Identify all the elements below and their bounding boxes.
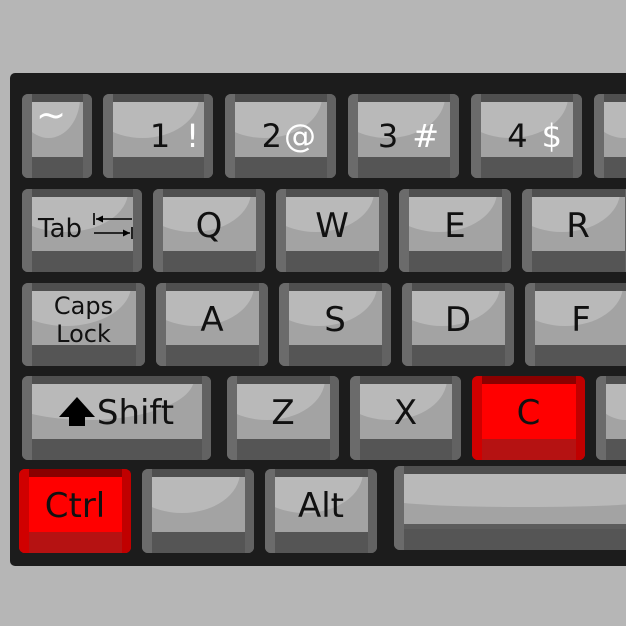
- key-tab[interactable]: Tab: [22, 189, 142, 272]
- key-shift-label: Shift: [96, 393, 175, 433]
- key-r[interactable]: R: [522, 189, 626, 272]
- key-blank[interactable]: [142, 469, 254, 553]
- key-tilde-label: ~: [36, 95, 67, 136]
- key-d[interactable]: D: [402, 283, 514, 366]
- key-caps-line1: Caps: [53, 291, 114, 320]
- key-s[interactable]: S: [279, 283, 391, 366]
- key-caps-lock[interactable]: Caps Lock: [22, 283, 145, 366]
- key-ctrl-highlighted[interactable]: Ctrl: [19, 469, 131, 553]
- key-s-label: S: [324, 299, 346, 340]
- key-2-secondary: @: [284, 117, 316, 155]
- key-w-label: W: [315, 205, 349, 246]
- shift-arrow-icon: [58, 397, 95, 426]
- key-1-secondary: !: [186, 117, 199, 155]
- key-4-secondary: $: [541, 117, 562, 155]
- key-x[interactable]: X: [350, 376, 461, 460]
- key-r-label: R: [566, 205, 590, 246]
- key-f[interactable]: F: [525, 283, 626, 366]
- key-ctrl-label: Ctrl: [44, 486, 106, 526]
- key-w[interactable]: W: [276, 189, 388, 272]
- key-1-primary: 1: [149, 117, 171, 155]
- key-space[interactable]: [394, 466, 626, 550]
- key-4-primary: 4: [507, 117, 528, 155]
- key-z-label: Z: [271, 393, 295, 433]
- key-4[interactable]: 4 $: [471, 94, 582, 178]
- key-1[interactable]: 1!: [103, 94, 213, 178]
- key-3[interactable]: 3 #: [348, 94, 459, 178]
- key-v-partial[interactable]: [596, 376, 626, 460]
- key-f-label: F: [571, 299, 591, 340]
- key-2[interactable]: 2 @: [225, 94, 336, 178]
- key-d-label: D: [444, 299, 472, 340]
- key-5-partial[interactable]: [594, 94, 626, 178]
- tab-arrows-icon: [93, 213, 133, 239]
- key-c-highlighted[interactable]: C: [472, 376, 585, 460]
- key-3-secondary: #: [412, 117, 439, 155]
- key-q[interactable]: Q: [153, 189, 265, 272]
- key-x-label: X: [393, 393, 418, 433]
- key-e[interactable]: E: [399, 189, 511, 272]
- key-caps-line2: Lock: [56, 319, 111, 348]
- key-alt-label: Alt: [297, 486, 345, 526]
- key-q-label: Q: [195, 205, 223, 246]
- key-shift[interactable]: Shift: [22, 376, 211, 460]
- key-z[interactable]: Z: [227, 376, 339, 460]
- key-3-primary: 3: [377, 117, 399, 155]
- key-a[interactable]: A: [156, 283, 268, 366]
- key-2-primary: 2: [261, 117, 282, 155]
- key-e-label: E: [444, 205, 466, 246]
- key-tilde[interactable]: ~: [22, 94, 92, 178]
- key-a-label: A: [200, 299, 224, 340]
- key-c-label: C: [516, 393, 541, 433]
- key-alt[interactable]: Alt: [265, 469, 377, 553]
